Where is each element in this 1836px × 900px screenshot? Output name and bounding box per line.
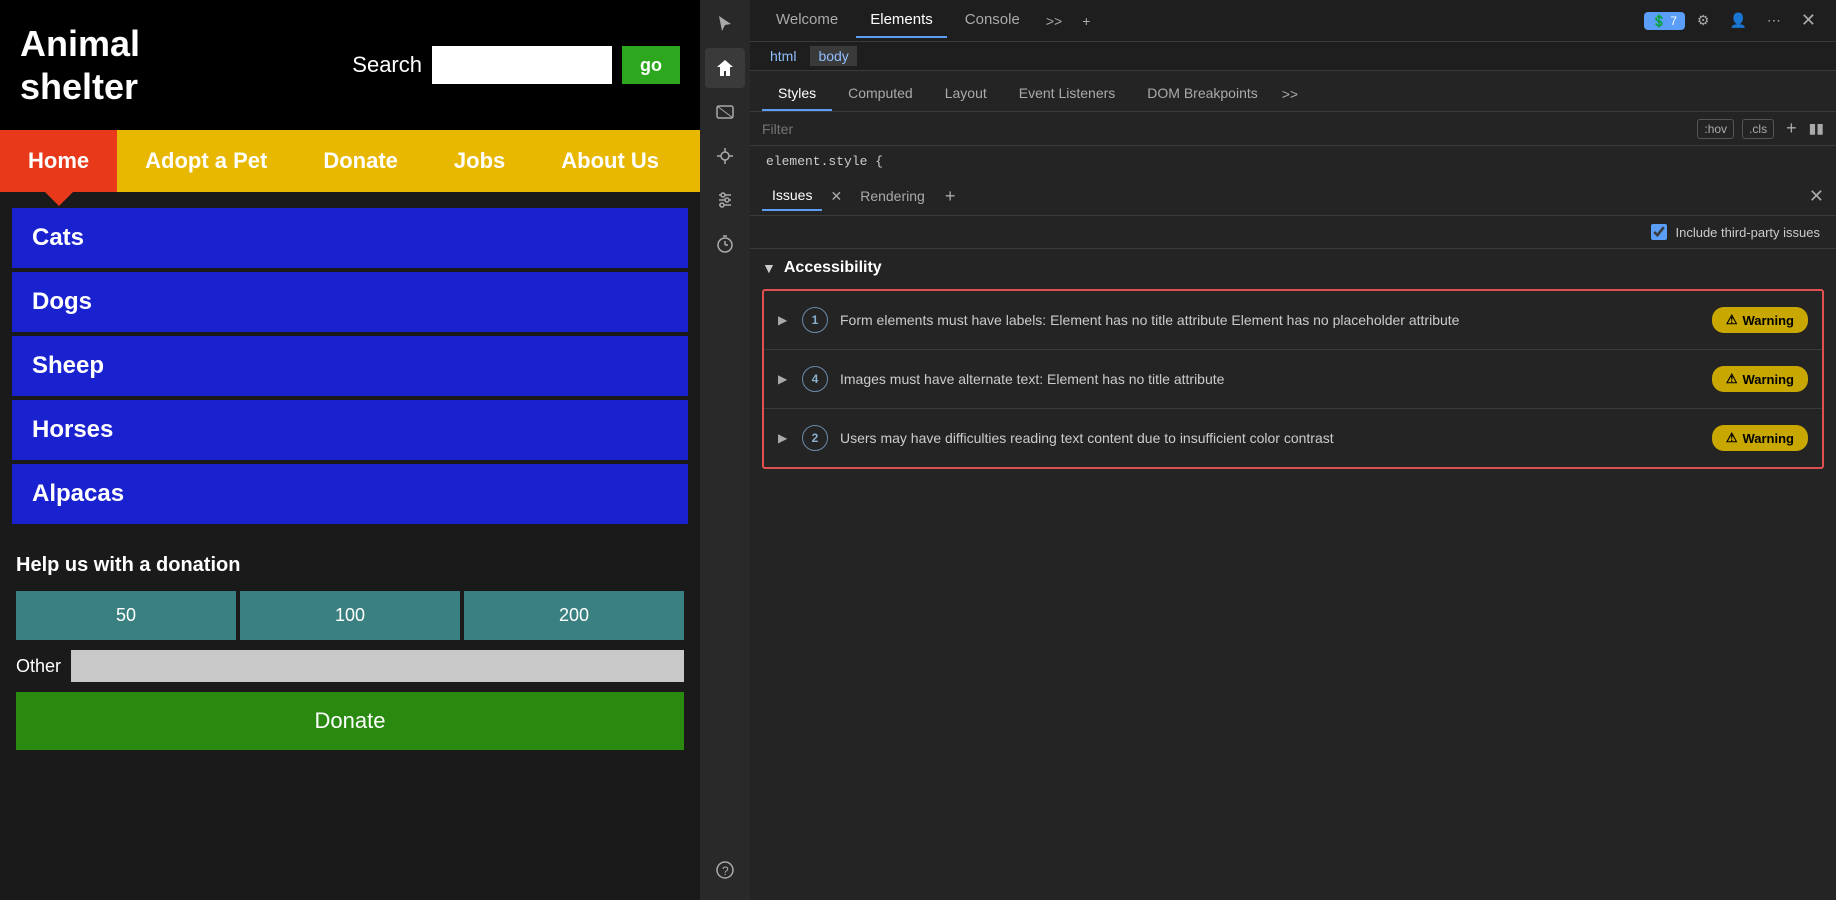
search-go-button[interactable]: go (622, 46, 680, 84)
issue-3-badge: 2 (802, 425, 828, 451)
devtools-panel: Welcome Elements Console >> + 💲 7 ⚙ 👤 ⋯ … (750, 0, 1836, 900)
home-icon[interactable] (705, 48, 745, 88)
nav-item-about[interactable]: About Us (533, 130, 687, 192)
devtools-tab-console[interactable]: Console (951, 3, 1034, 38)
filter-input[interactable] (762, 121, 1689, 137)
search-input[interactable] (432, 46, 612, 84)
issues-tab-rendering[interactable]: Rendering (850, 182, 935, 210)
third-party-checkbox[interactable] (1651, 224, 1667, 240)
animal-item-sheep[interactable]: Sheep (12, 336, 688, 396)
add-tab-icon[interactable]: + (1074, 9, 1098, 33)
issue-1-badge: 1 (802, 307, 828, 333)
issues-container: ▶ 1 Form elements must have labels: Elem… (762, 289, 1824, 469)
svg-text:?: ? (722, 864, 729, 878)
help-icon[interactable]: ? (705, 850, 745, 890)
filter-bar: :hov .cls + ▮▮ (750, 112, 1836, 146)
issue-row-3: ▶ 2 Users may have difficulties reading … (764, 409, 1822, 467)
donate-button[interactable]: Donate (16, 692, 684, 750)
styles-tabs-row: Styles Computed Layout Event Listeners D… (750, 71, 1836, 112)
donation-200-button[interactable]: 200 (464, 591, 684, 640)
hov-button[interactable]: :hov (1697, 119, 1734, 139)
nav-item-adopt[interactable]: Adopt a Pet (117, 130, 295, 192)
issue-row-1: ▶ 1 Form elements must have labels: Elem… (764, 291, 1822, 350)
issue-2-warning: Warning (1712, 366, 1808, 392)
tab-computed[interactable]: Computed (832, 77, 929, 111)
issue-1-expand[interactable]: ▶ (778, 313, 790, 327)
issues-tab-add[interactable]: + (939, 186, 962, 207)
cursor-icon[interactable] (705, 4, 745, 44)
more-options-icon[interactable]: ⋯ (1759, 8, 1789, 33)
site-title: Animal shelter (20, 22, 140, 108)
issue-2-text: Images must have alternate text: Element… (840, 369, 1700, 390)
devtools-tab-elements[interactable]: Elements (856, 3, 947, 38)
issue-1-warning: Warning (1712, 307, 1808, 333)
panel-icon[interactable]: ▮▮ (1809, 120, 1824, 137)
site-nav: Home Adopt a Pet Donate Jobs About Us (0, 130, 700, 192)
site-header: Animal shelter Search go (0, 0, 700, 130)
animal-item-cats[interactable]: Cats (12, 208, 688, 268)
donation-other-row: Other (16, 650, 684, 682)
accessibility-header: ▼ Accessibility (762, 259, 1824, 277)
nav-item-home[interactable]: Home (0, 130, 117, 192)
nav-item-jobs[interactable]: Jobs (426, 130, 533, 192)
element-style: element.style { (750, 146, 1836, 177)
profile-icon[interactable]: 👤 (1721, 8, 1754, 33)
tab-styles[interactable]: Styles (762, 77, 832, 111)
accessibility-title: Accessibility (784, 259, 882, 277)
search-area: Search go (352, 46, 680, 84)
donation-section: Help us with a donation 50 100 200 Other… (0, 536, 700, 768)
devtools-tab-welcome[interactable]: Welcome (762, 3, 852, 38)
accessibility-section: ▼ Accessibility ▶ 1 Form elements must h… (750, 249, 1836, 900)
issues-badge[interactable]: 💲 7 (1644, 12, 1685, 30)
donation-100-button[interactable]: 100 (240, 591, 460, 640)
html-body-row: html body (750, 42, 1836, 71)
donation-amounts: 50 100 200 (16, 591, 684, 640)
styles-tabs-overflow[interactable]: >> (1274, 78, 1306, 110)
issues-panel: Issues ✕ Rendering + ✕ Include third-par… (750, 177, 1836, 900)
cls-button[interactable]: .cls (1742, 119, 1774, 139)
issue-row-2: ▶ 4 Images must have alternate text: Ele… (764, 350, 1822, 409)
body-tag[interactable]: body (810, 46, 856, 66)
animal-list: Cats Dogs Sheep Horses Alpacas (0, 192, 700, 536)
tab-layout[interactable]: Layout (929, 77, 1003, 111)
more-tabs-icon[interactable]: >> (1038, 9, 1070, 33)
nav-item-donate[interactable]: Donate (295, 130, 426, 192)
sliders-icon[interactable] (705, 180, 745, 220)
tab-event-listeners[interactable]: Event Listeners (1003, 77, 1132, 111)
third-party-row: Include third-party issues (750, 216, 1836, 249)
issues-tab-close[interactable]: ✕ (826, 188, 846, 205)
tab-dom-breakpoints[interactable]: DOM Breakpoints (1131, 77, 1273, 111)
animal-item-horses[interactable]: Horses (12, 400, 688, 460)
timer-icon[interactable] (705, 224, 745, 264)
donation-other-input[interactable] (71, 650, 684, 682)
issues-tabs-row: Issues ✕ Rendering + ✕ (750, 177, 1836, 216)
animal-item-alpacas[interactable]: Alpacas (12, 464, 688, 524)
bug-icon[interactable] (705, 136, 745, 176)
issues-panel-close[interactable]: ✕ (1809, 186, 1824, 207)
devtools-sidebar: ? (700, 0, 750, 900)
search-label: Search (352, 52, 422, 78)
website-panel: Animal shelter Search go Home Adopt a Pe… (0, 0, 700, 900)
issue-2-expand[interactable]: ▶ (778, 372, 790, 386)
issues-tab-issues[interactable]: Issues (762, 181, 822, 211)
donation-other-label: Other (16, 656, 61, 677)
donation-50-button[interactable]: 50 (16, 591, 236, 640)
screenshot-icon[interactable] (705, 92, 745, 132)
issue-1-text: Form elements must have labels: Element … (840, 310, 1700, 331)
devtools-topbar: Welcome Elements Console >> + 💲 7 ⚙ 👤 ⋯ … (750, 0, 1836, 42)
animal-item-dogs[interactable]: Dogs (12, 272, 688, 332)
settings-icon[interactable]: ⚙ (1689, 8, 1718, 33)
devtools-close-button[interactable]: ✕ (1793, 6, 1824, 35)
issue-3-expand[interactable]: ▶ (778, 431, 790, 445)
third-party-label: Include third-party issues (1675, 225, 1820, 240)
issue-3-warning: Warning (1712, 425, 1808, 451)
filter-plus-button[interactable]: + (1782, 118, 1801, 139)
donation-title: Help us with a donation (16, 554, 684, 577)
html-tag[interactable]: html (762, 46, 804, 66)
accessibility-toggle[interactable]: ▼ (762, 260, 776, 276)
issue-3-text: Users may have difficulties reading text… (840, 428, 1700, 449)
issue-2-badge: 4 (802, 366, 828, 392)
